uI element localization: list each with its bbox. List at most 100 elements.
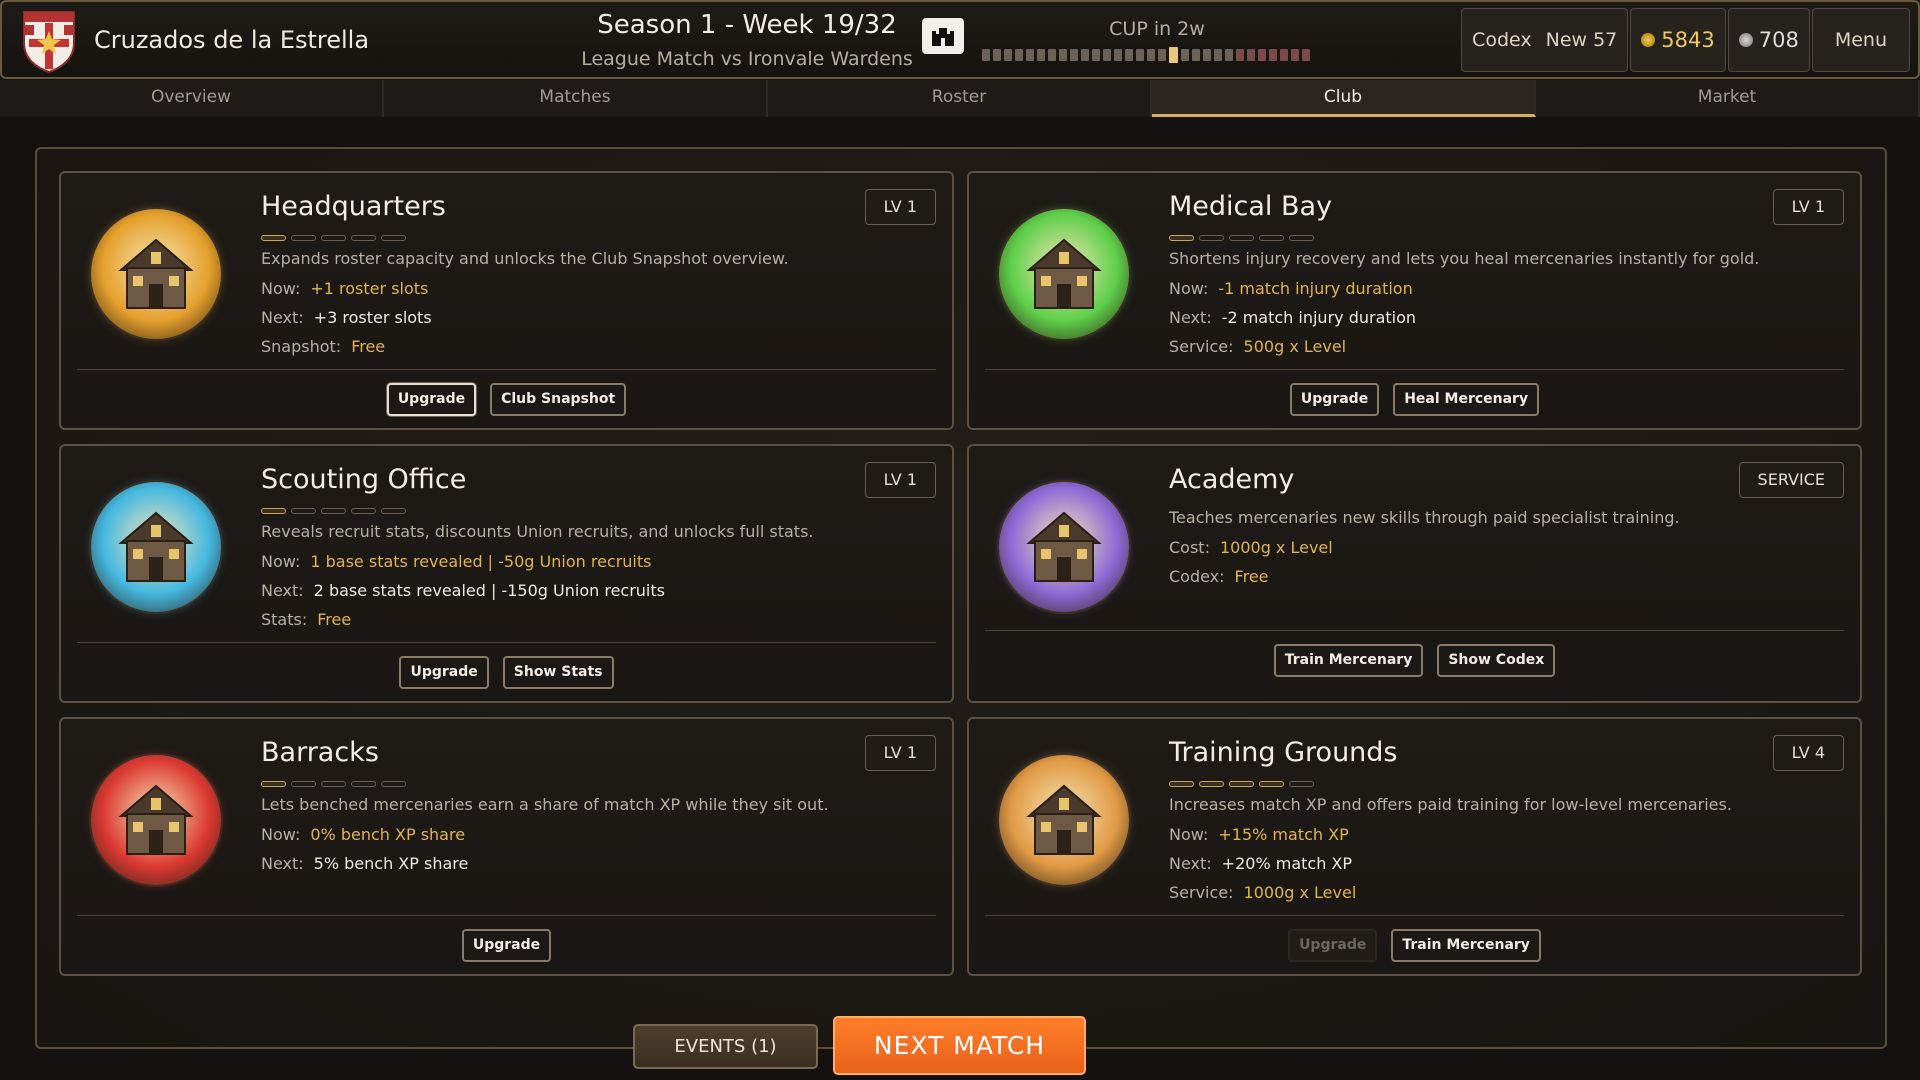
stat-label: Service: [1169,337,1234,356]
codex-button[interactable]: Codex New 57 [1461,8,1629,72]
level-pip [261,781,286,787]
stat-row: Next: +20% match XP [1169,854,1352,873]
level-pip [291,508,316,514]
cup-progress-segment [1258,49,1266,61]
building-card-scouting-office: Scouting Office LV 1 Reveals recruit stats… [59,444,954,703]
cup-progress-segment [1136,49,1144,61]
upgrade-button[interactable]: Upgrade [1288,929,1378,962]
cup-progress-segment [1059,49,1067,61]
level-pip [261,508,286,514]
building-card-headquarters: Headquarters LV 1 Expands roster capacity … [59,171,954,430]
next-match-button[interactable]: NEXT MATCH [833,1016,1086,1075]
cup-progress-segment [1302,49,1310,61]
level-pip [261,235,286,241]
stat-row: Next: +3 roster slots [261,308,432,327]
train-mercenary-button[interactable]: Train Mercenary [1273,644,1424,677]
level-badge: LV 4 [1772,735,1844,771]
stat-value: +3 roster slots [313,308,432,327]
gold-coin-icon [1641,33,1656,47]
level-pip [291,781,316,787]
building-card-barracks: Barracks LV 1 Lets benched mercenaries ear… [59,717,954,976]
stat-row: Service: 500g x Level [1169,337,1346,356]
show-stats-button[interactable]: Show Stats [502,656,614,689]
barracks-building-icon [91,755,221,885]
card-actions: Train Mercenary Show Codex [969,644,1860,677]
club-snapshot-button[interactable]: Club Snapshot [490,383,627,416]
tab-club[interactable]: Club [1152,80,1536,117]
cup-progress-segment [993,49,1001,61]
gold-amount: 5843 [1661,28,1715,52]
silver-amount: 708 [1758,28,1799,52]
cup-progress-segment [1048,49,1056,61]
heal-mercenary-button[interactable]: Heal Mercenary [1393,383,1540,416]
stat-value: 0% bench XP share [310,825,466,844]
stat-label: Now: [261,552,301,571]
menu-button[interactable]: Menu [1811,8,1910,72]
cup-progress-segment [1225,49,1233,61]
stat-label: Now: [261,279,301,298]
club-buildings-panel: Headquarters LV 1 Expands roster capacity … [35,147,1887,1049]
cup-progress-segment [1015,49,1023,61]
stat-value: 1000g x Level [1219,538,1333,557]
building-description: Increases match XP and offers paid train… [1169,795,1732,814]
stat-row: Codex: Free [1169,567,1269,586]
tab-matches[interactable]: Matches [384,80,768,117]
upgrade-button[interactable]: Upgrade [386,383,477,416]
card-actions: Upgrade [61,929,952,962]
level-pip [321,781,346,787]
level-pip [1259,781,1284,787]
show-codex-button[interactable]: Show Codex [1437,644,1556,677]
building-description: Teaches mercenaries new skills through p… [1169,508,1680,527]
headquarters-building-icon [91,209,221,339]
building-description: Lets benched mercenaries earn a share of… [261,795,829,814]
club-name: Cruzados de la Estrella [94,26,370,54]
events-button[interactable]: EVENTS (1) [633,1024,818,1069]
level-pip [381,235,406,241]
train-mercenary-button[interactable]: Train Mercenary [1391,929,1541,962]
tab-overview[interactable]: Overview [0,80,384,117]
tab-roster[interactable]: Roster [768,80,1152,117]
level-pip [1229,781,1254,787]
level-pips [1169,781,1314,787]
stat-value: Free [1234,567,1269,586]
medical-bay-building-icon [999,209,1129,339]
cup-progress-track [982,47,1342,63]
upgrade-button[interactable]: Upgrade [1289,383,1380,416]
level-pip [1229,235,1254,241]
card-divider [77,642,936,643]
cup-progress-segment [1037,49,1045,61]
stat-value: -1 match injury duration [1218,279,1413,298]
tab-market[interactable]: Market [1536,80,1920,117]
level-pip [1169,781,1194,787]
stat-value: +15% match XP [1218,825,1349,844]
stat-row: Stats: Free [261,610,351,629]
level-pip [381,508,406,514]
level-badge: LV 1 [864,462,936,498]
cup-progress-segment [1125,49,1133,61]
stat-row: Now: -1 match injury duration [1169,279,1413,298]
stat-label: Next: [261,308,304,327]
upgrade-button[interactable]: Upgrade [461,929,552,962]
codex-new-count: New 57 [1545,29,1618,51]
stat-label: Now: [1169,825,1209,844]
card-divider [985,369,1844,370]
cup-progress-segment [1147,49,1155,61]
cup-progress-segment [1103,49,1111,61]
card-divider [77,369,936,370]
level-pips [261,508,406,514]
cup-progress-segment [1236,49,1244,61]
stat-row: Now: 1 base stats revealed | -50g Union r… [261,552,651,571]
building-name: Academy [1169,464,1295,495]
cup-progress-segment [1026,49,1034,61]
upgrade-button[interactable]: Upgrade [399,656,489,689]
castle-icon[interactable] [922,18,964,54]
level-pip [1199,781,1224,787]
cup-progress-segment [1004,49,1012,61]
stat-label: Next: [261,581,304,600]
card-divider [985,630,1844,631]
stat-label: Next: [261,854,304,873]
level-pip [1289,235,1314,241]
level-pips [261,235,406,241]
building-name: Scouting Office [261,464,467,495]
level-pip [1259,235,1284,241]
